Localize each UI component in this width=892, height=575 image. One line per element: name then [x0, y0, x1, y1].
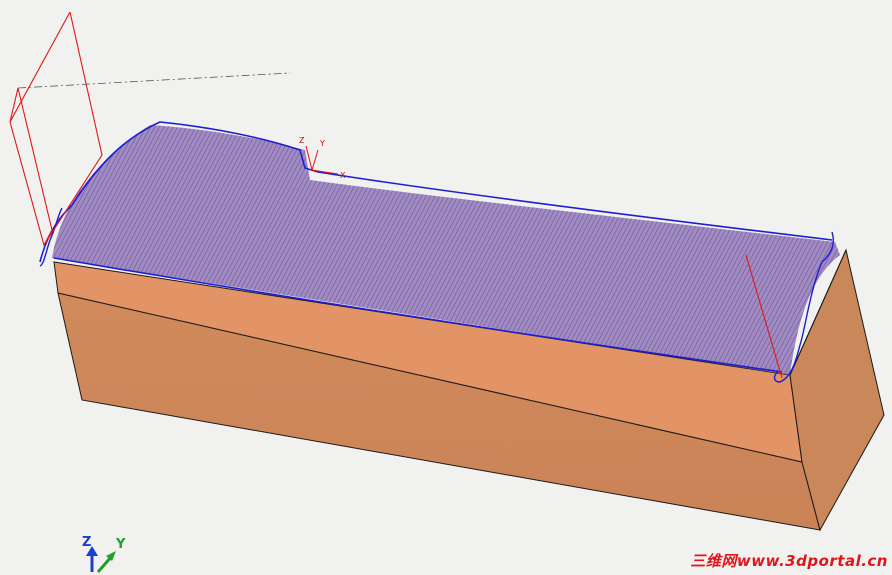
local-axis-x-label: X: [340, 171, 346, 180]
local-axis-z-label: Z: [299, 136, 305, 145]
watermark-text: 三维网www.3dportal.cn: [690, 552, 888, 570]
3d-viewport[interactable]: Z Y X Z Y: [0, 0, 892, 575]
local-axis-y-label: Y: [319, 139, 325, 148]
view-axis-z-label: Z: [82, 535, 91, 550]
view-axis-y-label: Y: [115, 537, 126, 552]
construction-line: [17, 72, 291, 89]
view-triad[interactable]: Z Y: [82, 535, 126, 573]
